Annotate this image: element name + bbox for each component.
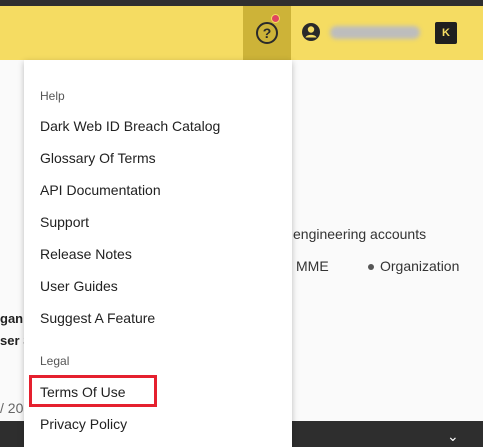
menu-section-help: Help <box>40 89 65 103</box>
menu-item-release-notes[interactable]: Release Notes <box>40 246 132 262</box>
bg-engineering-text: engineering accounts <box>293 226 427 242</box>
chevron-down-icon[interactable]: ⌄ <box>447 428 459 445</box>
menu-item-dark-web-id-breach-catalog[interactable]: Dark Web ID Breach Catalog <box>40 118 220 134</box>
user-name-blurred[interactable] <box>330 26 420 39</box>
menu-item-api-documentation[interactable]: API Documentation <box>40 182 161 198</box>
bg-mme-text: MME <box>296 258 329 274</box>
terms-of-use-highlight <box>29 375 157 407</box>
notification-dot-icon <box>271 14 280 23</box>
help-button[interactable]: ? <box>243 6 291 60</box>
user-avatar-icon[interactable] <box>301 22 321 42</box>
menu-item-suggest-a-feature[interactable]: Suggest A Feature <box>40 310 155 326</box>
help-icon-glyph: ? <box>262 25 272 41</box>
bg-organization-item: Organization <box>368 258 459 274</box>
brand-logo[interactable]: K <box>435 22 457 44</box>
bg-organization-text: Organization <box>380 258 460 274</box>
bullet-icon <box>368 264 374 271</box>
menu-section-legal: Legal <box>40 354 70 368</box>
menu-item-privacy-policy[interactable]: Privacy Policy <box>40 416 127 432</box>
menu-item-user-guides[interactable]: User Guides <box>40 278 118 294</box>
top-header: ? K <box>0 6 483 60</box>
menu-item-glossary-of-terms[interactable]: Glossary Of Terms <box>40 150 156 166</box>
menu-item-support[interactable]: Support <box>40 214 89 230</box>
bg-partial-date-text: / 20 <box>0 400 24 416</box>
help-icon: ? <box>256 22 278 44</box>
brand-logo-text: K <box>442 27 450 39</box>
